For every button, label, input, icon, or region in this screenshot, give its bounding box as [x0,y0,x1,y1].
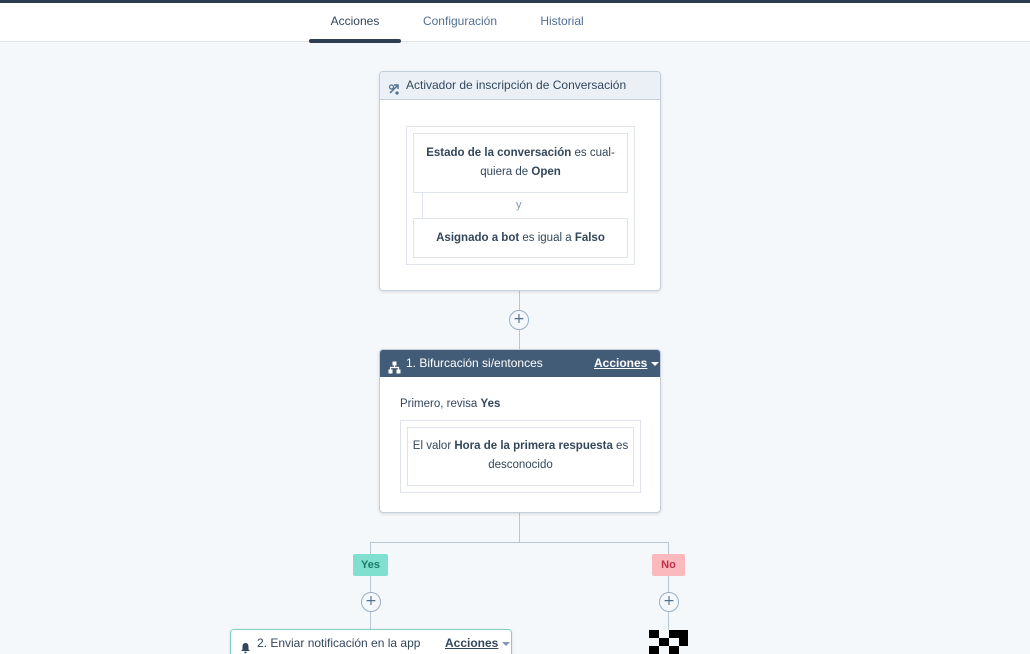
tab-configuracion[interactable]: Configuración [413,3,507,42]
enrollment-trigger-card[interactable]: Activador de inscripción de Conversación… [379,71,661,291]
filter-operator: es cual- [571,147,615,159]
notification-title: 2. Enviar notificación en la app [257,636,421,650]
connector-line [519,513,520,543]
filter-property: Estado de la conversación [426,147,572,159]
filter-joiner-line [422,193,423,218]
branch-check-text: Primero, revisa Yes [400,398,500,410]
filter-property: Asignado a bot [436,232,520,244]
actions-label: Acciones [445,636,499,650]
branch-title: 1. Bifurcación si/entonces [406,356,543,370]
add-action-button[interactable]: + [509,310,529,330]
filter-operator: quiera de [480,166,532,178]
branch-check-value: Yes [480,398,501,410]
filter-operator: es igual a [519,232,575,244]
add-action-no-button[interactable]: + [659,592,679,612]
filter-value: Open [531,166,561,178]
condition-first-response-time[interactable]: El valor Hora de la primera respuesta es… [407,427,634,486]
yes-branch-label: Yes [353,554,388,576]
branch-check-prefix: Primero, revisa [400,398,481,410]
filter-assigned-to-bot[interactable]: Asignado a bot es igual a Falso [413,218,628,258]
trigger-icon [388,79,401,106]
condition-value: desconocido [488,459,553,471]
condition-prefix: El valor [412,440,455,452]
tab-bar: Acciones Configuración Historial [0,3,1030,43]
active-tab-indicator [309,39,401,43]
condition-operator: es [612,440,629,452]
tab-historial[interactable]: Historial [528,3,596,42]
connector-line [370,542,669,543]
if-then-branch-card[interactable]: 1. Bifurcación si/entonces Acciones Prim… [379,349,661,513]
branch-icon [388,357,401,384]
branch-actions-menu[interactable]: Acciones [594,350,660,377]
branch-header: 1. Bifurcación si/entonces Acciones [380,350,660,377]
add-action-yes-button[interactable]: + [361,592,381,612]
filter-conversation-status[interactable]: Estado de la conversación es cual- quier… [413,133,628,193]
actions-label: Acciones [594,356,648,370]
rendering-artifact [649,630,689,654]
filter-value: Falso [574,232,605,244]
send-notification-card[interactable]: 2. Enviar notificación en la app Accione… [230,629,512,654]
tab-acciones[interactable]: Acciones [309,3,401,42]
condition-property: Hora de la primera respuesta [454,440,613,452]
no-branch-label: No [652,554,685,576]
trigger-header: Activador de inscripción de Conversación [380,72,660,100]
bell-icon [240,637,251,654]
chevron-down-icon [502,641,511,646]
trigger-title: Activador de inscripción de Conversación [406,78,627,92]
chevron-down-icon [651,361,660,366]
notification-header: 2. Enviar notificación en la app Accione… [231,630,511,654]
notification-actions-menu[interactable]: Acciones [445,630,511,654]
filter-joiner-label: y [516,199,522,211]
